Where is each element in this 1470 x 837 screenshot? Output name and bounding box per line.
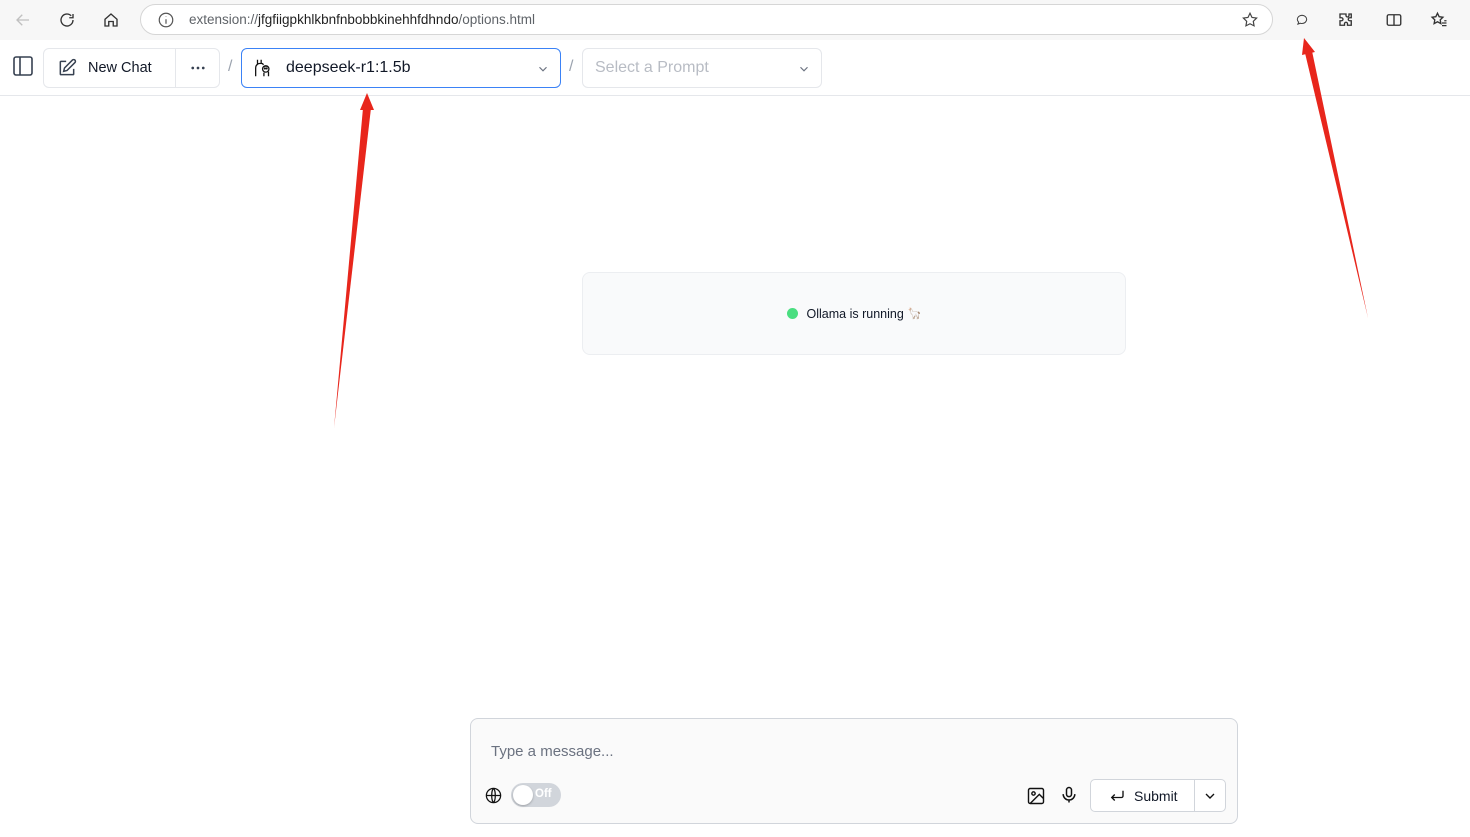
message-input[interactable]: Type a message... (491, 743, 614, 760)
arrow-left-icon (16, 14, 29, 26)
prompt-select[interactable]: Select a Prompt (582, 48, 822, 88)
home-icon (104, 13, 118, 27)
ellipsis-icon (190, 66, 205, 70)
status-text: Ollama is running (806, 306, 904, 321)
message-composer: Type a message... Off Submit (470, 718, 1238, 824)
new-chat-button[interactable]: New Chat (44, 49, 176, 87)
extensions-button[interactable] (1331, 6, 1361, 34)
chevron-down-icon (539, 66, 547, 72)
favorites-button[interactable] (1424, 6, 1454, 34)
chat-actions-group: New Chat (43, 48, 220, 88)
toggle-knob (513, 785, 533, 805)
reload-icon (60, 13, 74, 27)
browser-toolbar: extension://jfgfiigpkhlkbnfnbobbkinehhfd… (0, 0, 1470, 40)
app-header: New Chat / deepseek-r1:1.5b / Select a P… (0, 40, 1470, 96)
globe-icon (485, 787, 502, 804)
status-indicator (786, 308, 798, 319)
image-icon[interactable] (1026, 786, 1046, 806)
annotation-arrow-model (334, 108, 371, 428)
model-select[interactable]: deepseek-r1:1.5b (241, 48, 561, 88)
microphone-icon[interactable] (1059, 785, 1079, 805)
ollama-status-card: Ollama is running 🦙 (582, 272, 1126, 355)
chat-bubble-icon (1296, 14, 1308, 25)
chevron-down-icon (800, 66, 808, 72)
favorites-star-icon (1430, 11, 1447, 27)
star-icon[interactable] (1241, 11, 1259, 29)
annotation-arrows (334, 38, 1368, 428)
submit-label: Submit (1134, 787, 1178, 804)
llama-emoji: 🦙 (907, 308, 922, 320)
url-text: extension://jfgfiigpkhlkbnfnbobbkinehhfd… (189, 12, 536, 27)
enter-arrow-icon (1110, 790, 1124, 801)
back-button[interactable] (8, 6, 38, 34)
pencil-square-icon (59, 58, 77, 76)
llama-icon (255, 59, 270, 77)
submit-options-button[interactable] (1195, 780, 1225, 811)
home-button[interactable] (96, 6, 126, 34)
info-icon[interactable] (157, 11, 175, 29)
split-screen-icon (1386, 14, 1402, 26)
breadcrumb-separator: / (569, 58, 574, 75)
sidebar-icon[interactable] (11, 54, 35, 78)
toggle-label: Off (535, 788, 552, 800)
breadcrumb-separator: / (228, 58, 233, 75)
submit-button[interactable]: Submit (1091, 780, 1195, 811)
puzzle-icon (1339, 13, 1352, 26)
address-bar[interactable]: extension://jfgfiigpkhlkbnfnbobbkinehhfd… (140, 4, 1273, 35)
split-screen-button[interactable] (1379, 6, 1409, 34)
web-search-toggle[interactable]: Off (511, 783, 561, 807)
chat-extension-button[interactable] (1287, 6, 1317, 34)
prompt-select-placeholder: Select a Prompt (595, 59, 709, 76)
submit-group: Submit (1090, 779, 1226, 812)
more-options-button[interactable] (176, 49, 219, 87)
new-chat-label: New Chat (88, 60, 152, 76)
reload-button[interactable] (52, 6, 82, 34)
chevron-down-icon (1205, 793, 1215, 799)
model-select-label: deepseek-r1:1.5b (286, 59, 411, 76)
